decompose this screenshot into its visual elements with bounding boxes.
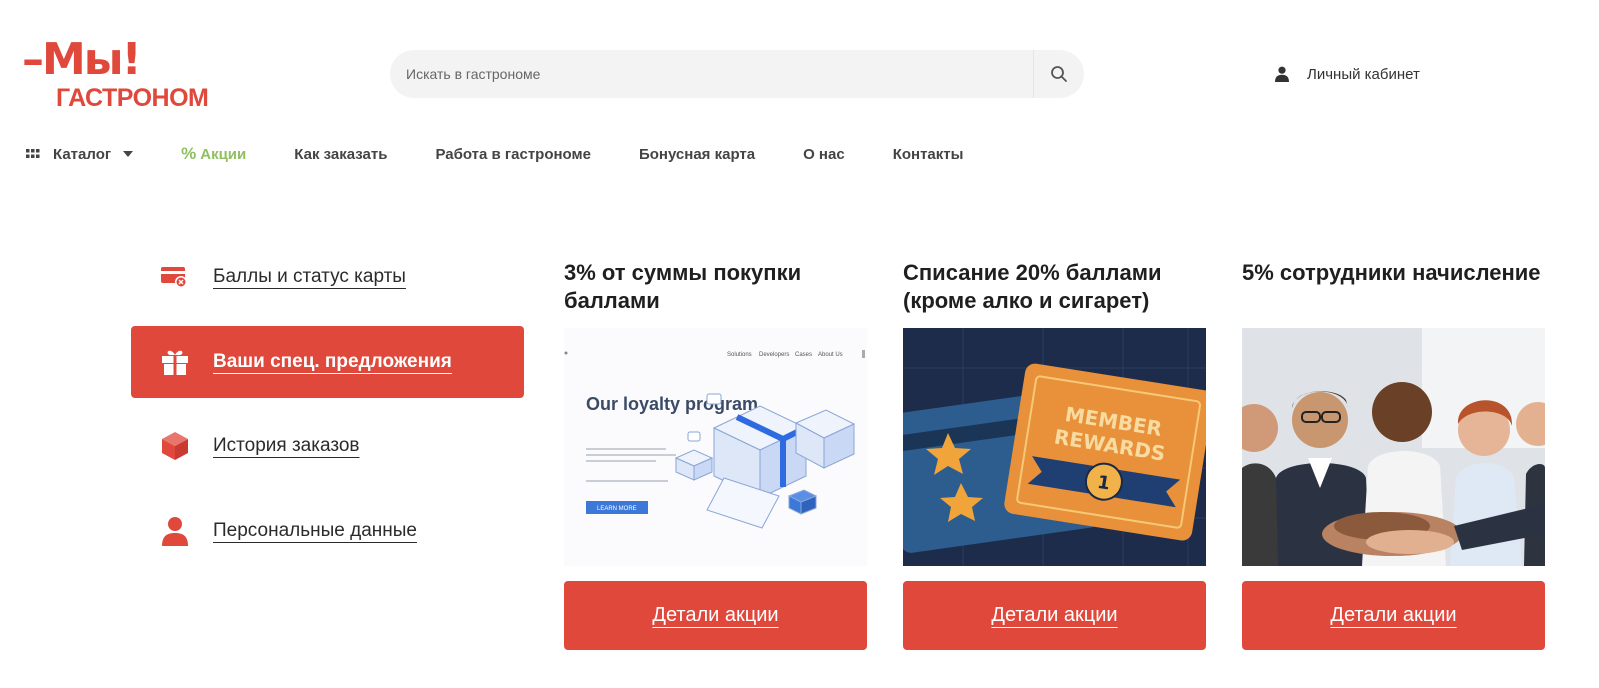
nav-catalog[interactable]: Каталог: [26, 145, 134, 163]
user-icon: [162, 517, 188, 546]
card-status-icon: [161, 267, 187, 288]
search-button[interactable]: [1033, 50, 1084, 98]
illustration-button: LEARN MORE: [597, 506, 637, 512]
search-input[interactable]: [390, 50, 1030, 98]
sidebar-item-label: История заказов: [213, 435, 360, 456]
search-icon: [1051, 66, 1067, 82]
loyalty-illustration: Solutions Developers Cases About Us Our …: [564, 328, 867, 566]
nav-promo-label: Акции: [200, 145, 247, 163]
sidebar-item-label: Баллы и статус карты: [213, 266, 406, 287]
nav-contacts-label: Контакты: [892, 145, 964, 163]
logo-mark: –Мы!: [22, 34, 142, 85]
nav-contacts[interactable]: Контакты: [893, 146, 964, 163]
illustration-nav-text: Developers: [759, 352, 789, 358]
sidebar-item-orders[interactable]: История заказов: [131, 410, 524, 482]
account-link[interactable]: Личный кабинет: [1275, 62, 1420, 86]
nav-bonus-card-label: Бонусная карта: [638, 145, 756, 163]
offer-details-label: Детали акции: [991, 604, 1118, 626]
offer-image-loyalty: Solutions Developers Cases About Us Our …: [564, 328, 867, 566]
nav-how-to-order-label: Как заказать: [294, 145, 388, 163]
main-nav: Каталог % Акции Как заказать Работа в га…: [26, 142, 963, 166]
gift-icon: [162, 350, 188, 375]
team-photo: [1242, 328, 1545, 566]
sidebar-item-points[interactable]: Баллы и статус карты: [131, 241, 524, 313]
offer-details-label: Детали акции: [652, 604, 779, 626]
offer-image-rewards: MEMBER REWARDS 1: [903, 328, 1206, 566]
offer-image-team: [1242, 328, 1545, 566]
offer-details-button[interactable]: Детали акции: [903, 581, 1206, 650]
offer-details-button[interactable]: Детали акции: [1242, 581, 1545, 650]
rewards-illustration: MEMBER REWARDS 1: [903, 328, 1206, 566]
nav-about[interactable]: О нас: [803, 146, 845, 163]
offer-title: 5% сотрудники начисление: [1242, 260, 1541, 285]
illustration-nav-text: Solutions: [727, 352, 752, 358]
offer-details-button[interactable]: Детали акции: [564, 581, 867, 650]
logo-wordmark: ГАСТРОНОМ: [56, 84, 209, 112]
box-icon: [162, 432, 188, 460]
account-label: Личный кабинет: [1307, 65, 1420, 83]
sidebar-item-offers[interactable]: Ваши спец. предложения: [131, 326, 524, 398]
logo[interactable]: –Мы! ГАСТРОНОМ: [22, 34, 227, 112]
nav-catalog-label: Каталог: [53, 145, 112, 163]
nav-bonus-card[interactable]: Бонусная карта: [639, 146, 755, 163]
sidebar-item-label: Персональные данные: [213, 520, 417, 541]
percent-icon: %: [181, 144, 197, 163]
nav-jobs-label: Работа в гастрономе: [435, 145, 591, 163]
nav-promo[interactable]: % Акции: [181, 144, 246, 164]
offer-details-label: Детали акции: [1330, 604, 1457, 626]
offer-title: Списание 20% баллами (кроме алко и сигар…: [903, 260, 1162, 313]
sidebar-item-label: Ваши спец. предложения: [213, 351, 452, 372]
offer-title: 3% от суммы покупки баллами: [564, 260, 802, 313]
nav-jobs[interactable]: Работа в гастрономе: [435, 146, 591, 163]
grid-icon: [26, 149, 40, 158]
illustration-nav-text: Cases: [795, 352, 812, 358]
user-icon: [1275, 66, 1289, 82]
search-bar: [390, 50, 1084, 98]
nav-how-to-order[interactable]: Как заказать: [294, 146, 387, 163]
illustration-nav-text: About Us: [818, 352, 843, 358]
illustration-heading: Our loyalty program: [586, 394, 758, 414]
nav-about-label: О нас: [803, 145, 845, 163]
sidebar-item-personal[interactable]: Персональные данные: [131, 495, 524, 567]
caret-down-icon: [123, 151, 134, 157]
